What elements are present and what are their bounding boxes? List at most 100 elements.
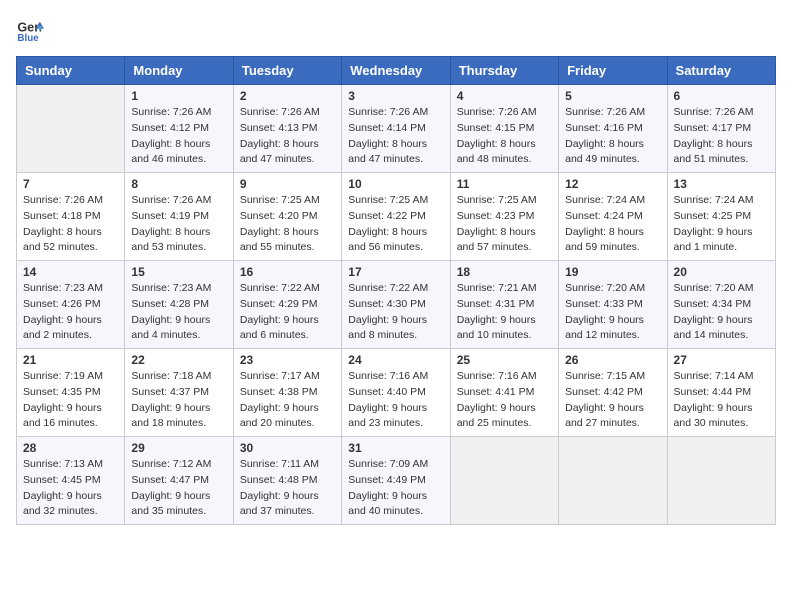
day-info: Sunrise: 7:26 AMSunset: 4:12 PMDaylight:… — [131, 105, 226, 168]
calendar-cell: 30 Sunrise: 7:11 AMSunset: 4:48 PMDayligh… — [233, 437, 341, 525]
day-number: 21 — [23, 353, 118, 367]
day-number: 29 — [131, 441, 226, 455]
week-row-4: 21 Sunrise: 7:19 AMSunset: 4:35 PMDayligh… — [17, 349, 776, 437]
day-info: Sunrise: 7:23 AMSunset: 4:28 PMDaylight:… — [131, 281, 226, 344]
day-info: Sunrise: 7:11 AMSunset: 4:48 PMDaylight:… — [240, 457, 335, 520]
week-row-1: 1 Sunrise: 7:26 AMSunset: 4:12 PMDaylight… — [17, 85, 776, 173]
calendar-cell: 14Sunrise: 7:23 AMSunset: 4:26 PMDayligh… — [17, 261, 125, 349]
day-info: Sunrise: 7:25 AMSunset: 4:20 PMDaylight:… — [240, 193, 335, 256]
day-number: 8 — [131, 177, 226, 191]
day-info: Sunrise: 7:25 AMSunset: 4:23 PMDaylight:… — [457, 193, 552, 256]
day-number: 24 — [348, 353, 443, 367]
day-number: 19 — [565, 265, 660, 279]
page-header: Gen Blue — [16, 16, 776, 44]
weekday-header-row: SundayMondayTuesdayWednesdayThursdayFrid… — [17, 57, 776, 85]
calendar-table: SundayMondayTuesdayWednesdayThursdayFrid… — [16, 56, 776, 525]
weekday-header-saturday: Saturday — [667, 57, 775, 85]
calendar-cell: 25Sunrise: 7:16 AMSunset: 4:41 PMDayligh… — [450, 349, 558, 437]
day-number: 4 — [457, 89, 552, 103]
calendar-cell: 21 Sunrise: 7:19 AMSunset: 4:35 PMDayligh… — [17, 349, 125, 437]
day-number: 17 — [348, 265, 443, 279]
week-row-5: 28 Sunrise: 7:13 AMSunset: 4:45 PMDayligh… — [17, 437, 776, 525]
day-info: Sunrise: 7:23 AMSunset: 4:26 PMDaylight:… — [23, 281, 118, 344]
day-info: Sunrise: 7:14 AMSunset: 4:44 PMDaylight:… — [674, 369, 769, 432]
logo: Gen Blue — [16, 16, 48, 44]
svg-text:Blue: Blue — [17, 33, 39, 44]
weekday-header-tuesday: Tuesday — [233, 57, 341, 85]
day-number: 31 — [348, 441, 443, 455]
week-row-3: 14Sunrise: 7:23 AMSunset: 4:26 PMDayligh… — [17, 261, 776, 349]
day-number: 6 — [674, 89, 769, 103]
calendar-cell: 5Sunrise: 7:26 AMSunset: 4:16 PMDaylight… — [559, 85, 667, 173]
calendar-cell: 6 Sunrise: 7:26 AMSunset: 4:17 PMDaylight… — [667, 85, 775, 173]
week-row-2: 7 Sunrise: 7:26 AMSunset: 4:18 PMDaylight… — [17, 173, 776, 261]
calendar-cell: 13Sunrise: 7:24 AMSunset: 4:25 PMDayligh… — [667, 173, 775, 261]
day-info: Sunrise: 7:13 AMSunset: 4:45 PMDaylight:… — [23, 457, 118, 520]
calendar-cell: 18Sunrise: 7:21 AMSunset: 4:31 PMDayligh… — [450, 261, 558, 349]
weekday-header-thursday: Thursday — [450, 57, 558, 85]
calendar-cell: 29Sunrise: 7:12 AMSunset: 4:47 PMDayligh… — [125, 437, 233, 525]
calendar-cell: 17 Sunrise: 7:22 AMSunset: 4:30 PMDayligh… — [342, 261, 450, 349]
calendar-cell: 1 Sunrise: 7:26 AMSunset: 4:12 PMDaylight… — [125, 85, 233, 173]
day-info: Sunrise: 7:26 AMSunset: 4:14 PMDaylight:… — [348, 105, 443, 168]
day-info: Sunrise: 7:24 AMSunset: 4:24 PMDaylight:… — [565, 193, 660, 256]
day-number: 20 — [674, 265, 769, 279]
calendar-cell: 20 Sunrise: 7:20 AMSunset: 4:34 PMDayligh… — [667, 261, 775, 349]
day-number: 11 — [457, 177, 552, 191]
day-number: 16 — [240, 265, 335, 279]
day-info: Sunrise: 7:15 AMSunset: 4:42 PMDaylight:… — [565, 369, 660, 432]
day-number: 28 — [23, 441, 118, 455]
calendar-cell: 12 Sunrise: 7:24 AMSunset: 4:24 PMDayligh… — [559, 173, 667, 261]
day-info: Sunrise: 7:26 AMSunset: 4:17 PMDaylight:… — [674, 105, 769, 168]
calendar-cell: 19 Sunrise: 7:20 AMSunset: 4:33 PMDayligh… — [559, 261, 667, 349]
day-number: 3 — [348, 89, 443, 103]
day-info: Sunrise: 7:24 AMSunset: 4:25 PMDaylight:… — [674, 193, 769, 256]
calendar-cell: 26 Sunrise: 7:15 AMSunset: 4:42 PMDayligh… — [559, 349, 667, 437]
day-info: Sunrise: 7:22 AMSunset: 4:30 PMDaylight:… — [348, 281, 443, 344]
calendar-cell: 22Sunrise: 7:18 AMSunset: 4:37 PMDayligh… — [125, 349, 233, 437]
weekday-header-friday: Friday — [559, 57, 667, 85]
calendar-cell — [450, 437, 558, 525]
calendar-cell — [17, 85, 125, 173]
day-info: Sunrise: 7:20 AMSunset: 4:33 PMDaylight:… — [565, 281, 660, 344]
day-number: 12 — [565, 177, 660, 191]
day-number: 26 — [565, 353, 660, 367]
calendar-cell: 24 Sunrise: 7:16 AMSunset: 4:40 PMDayligh… — [342, 349, 450, 437]
calendar-cell — [667, 437, 775, 525]
calendar-cell: 8Sunrise: 7:26 AMSunset: 4:19 PMDaylight… — [125, 173, 233, 261]
day-number: 9 — [240, 177, 335, 191]
day-number: 15 — [131, 265, 226, 279]
day-info: Sunrise: 7:20 AMSunset: 4:34 PMDaylight:… — [674, 281, 769, 344]
calendar-cell: 23 Sunrise: 7:17 AMSunset: 4:38 PMDayligh… — [233, 349, 341, 437]
calendar-cell: 10 Sunrise: 7:25 AMSunset: 4:22 PMDayligh… — [342, 173, 450, 261]
day-number: 10 — [348, 177, 443, 191]
calendar-cell: 28 Sunrise: 7:13 AMSunset: 4:45 PMDayligh… — [17, 437, 125, 525]
weekday-header-sunday: Sunday — [17, 57, 125, 85]
calendar-cell: 31 Sunrise: 7:09 AMSunset: 4:49 PMDayligh… — [342, 437, 450, 525]
day-info: Sunrise: 7:17 AMSunset: 4:38 PMDaylight:… — [240, 369, 335, 432]
calendar-cell — [559, 437, 667, 525]
weekday-header-wednesday: Wednesday — [342, 57, 450, 85]
day-info: Sunrise: 7:16 AMSunset: 4:40 PMDaylight:… — [348, 369, 443, 432]
day-info: Sunrise: 7:26 AMSunset: 4:18 PMDaylight:… — [23, 193, 118, 256]
calendar-cell: 2 Sunrise: 7:26 AMSunset: 4:13 PMDaylight… — [233, 85, 341, 173]
day-number: 23 — [240, 353, 335, 367]
day-number: 18 — [457, 265, 552, 279]
day-info: Sunrise: 7:25 AMSunset: 4:22 PMDaylight:… — [348, 193, 443, 256]
day-number: 25 — [457, 353, 552, 367]
calendar-cell: 4Sunrise: 7:26 AMSunset: 4:15 PMDaylight… — [450, 85, 558, 173]
day-number: 1 — [131, 89, 226, 103]
day-info: Sunrise: 7:18 AMSunset: 4:37 PMDaylight:… — [131, 369, 226, 432]
day-number: 30 — [240, 441, 335, 455]
day-info: Sunrise: 7:09 AMSunset: 4:49 PMDaylight:… — [348, 457, 443, 520]
logo-icon: Gen Blue — [16, 16, 44, 44]
day-number: 2 — [240, 89, 335, 103]
weekday-header-monday: Monday — [125, 57, 233, 85]
day-info: Sunrise: 7:19 AMSunset: 4:35 PMDaylight:… — [23, 369, 118, 432]
day-number: 5 — [565, 89, 660, 103]
calendar-cell: 11 Sunrise: 7:25 AMSunset: 4:23 PMDayligh… — [450, 173, 558, 261]
day-number: 7 — [23, 177, 118, 191]
day-info: Sunrise: 7:22 AMSunset: 4:29 PMDaylight:… — [240, 281, 335, 344]
calendar-cell: 7 Sunrise: 7:26 AMSunset: 4:18 PMDaylight… — [17, 173, 125, 261]
day-info: Sunrise: 7:26 AMSunset: 4:13 PMDaylight:… — [240, 105, 335, 168]
